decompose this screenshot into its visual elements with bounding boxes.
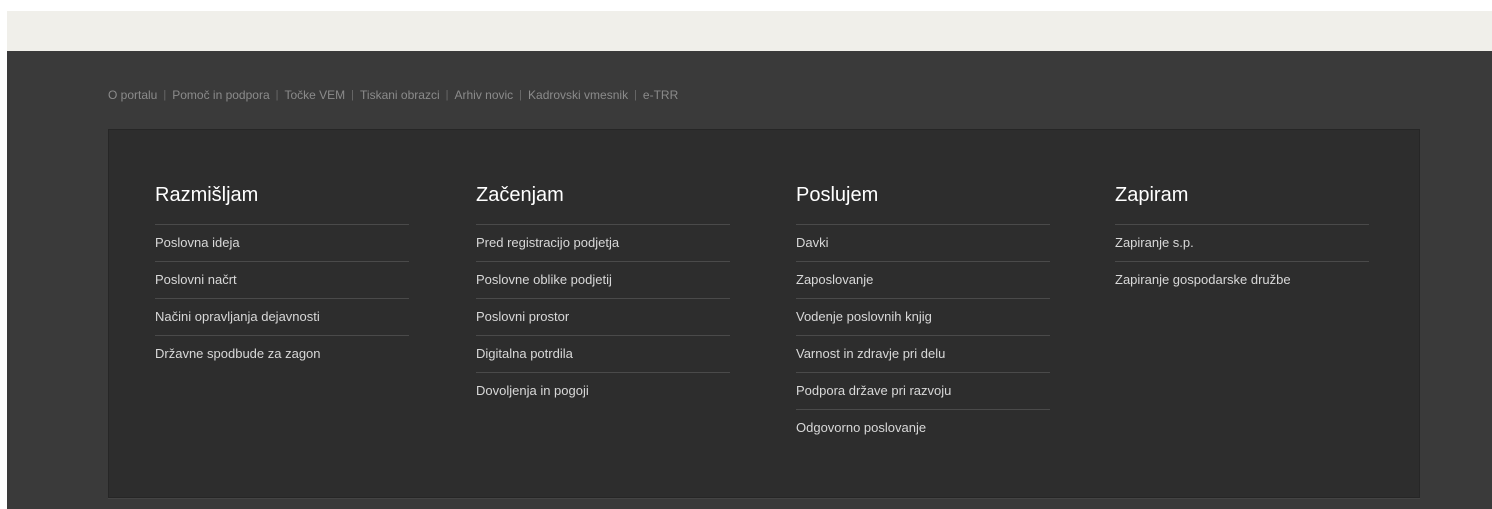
top-bar [7,11,1492,51]
list-item: Zapiranje s.p. [1115,225,1369,262]
link-tocke-vem[interactable]: Točke VEM [284,88,345,102]
site-footer: O portalu | Pomoč in podpora | Točke VEM… [7,51,1492,509]
menu-link[interactable]: Digitalna potrdila [476,346,573,361]
menu-link[interactable]: Davki [796,235,829,250]
link-pomoc-in-podpora[interactable]: Pomoč in podpora [172,88,269,102]
menu-link[interactable]: Odgovorno poslovanje [796,420,926,435]
link-arhiv-novic[interactable]: Arhiv novic [454,88,513,102]
column-title: Poslujem [796,184,1050,225]
list-item: Poslovni načrt [155,262,409,299]
list-item: Poslovna ideja [155,225,409,262]
list-item: Zapiranje gospodarske družbe [1115,262,1369,298]
column-list: Poslovna ideja Poslovni načrt Načini opr… [155,225,409,372]
list-item: Dovoljenja in pogoji [476,373,730,409]
menu-link[interactable]: Državne spodbude za zagon [155,346,321,361]
menu-link[interactable]: Zapiranje gospodarske družbe [1115,272,1291,287]
menu-link[interactable]: Poslovni prostor [476,309,569,324]
menu-link[interactable]: Vodenje poslovnih knjig [796,309,932,324]
link-e-trr[interactable]: e-TRR [643,88,678,102]
column-title: Začenjam [476,184,730,225]
link-tiskani-obrazci[interactable]: Tiskani obrazci [360,88,440,102]
menu-link[interactable]: Podpora države pri razvoju [796,383,951,398]
list-item: Davki [796,225,1050,262]
link-separator: | [634,89,637,101]
menu-link[interactable]: Pred registracijo podjetja [476,235,619,250]
link-separator: | [351,89,355,101]
column-zapiram: Zapiram Zapiranje s.p. Zapiranje gospoda… [1115,184,1369,298]
list-item: Poslovni prostor [476,299,730,336]
link-separator: | [163,89,167,101]
menu-link[interactable]: Dovoljenja in pogoji [476,383,589,398]
list-item: Digitalna potrdila [476,336,730,373]
column-list: Zapiranje s.p. Zapiranje gospodarske dru… [1115,225,1369,298]
list-item: Državne spodbude za zagon [155,336,409,372]
menu-link[interactable]: Poslovne oblike podjetij [476,272,612,287]
list-item: Zaposlovanje [796,262,1050,299]
link-separator: | [445,89,449,101]
menu-link[interactable]: Načini opravljanja dejavnosti [155,309,320,324]
menu-link[interactable]: Poslovna ideja [155,235,240,250]
column-poslujem: Poslujem Davki Zaposlovanje Vodenje posl… [796,184,1050,446]
list-item: Pred registracijo podjetja [476,225,730,262]
sitemap-panel: Razmišljam Poslovna ideja Poslovni načrt… [108,129,1420,498]
menu-link[interactable]: Poslovni načrt [155,272,237,287]
list-item: Vodenje poslovnih knjig [796,299,1050,336]
link-o-portalu[interactable]: O portalu [108,88,157,102]
list-item: Poslovne oblike podjetij [476,262,730,299]
link-separator: | [519,89,523,101]
list-item: Odgovorno poslovanje [796,410,1050,446]
column-zacenjam: Začenjam Pred registracijo podjetja Posl… [476,184,730,409]
link-kadrovski-vmesnik[interactable]: Kadrovski vmesnik [528,88,628,102]
column-title: Razmišljam [155,184,409,225]
menu-link[interactable]: Varnost in zdravje pri delu [796,346,945,361]
column-razmisljam: Razmišljam Poslovna ideja Poslovni načrt… [155,184,409,372]
link-separator: | [275,89,279,101]
menu-link[interactable]: Zaposlovanje [796,272,873,287]
list-item: Varnost in zdravje pri delu [796,336,1050,373]
list-item: Podpora države pri razvoju [796,373,1050,410]
list-item: Načini opravljanja dejavnosti [155,299,409,336]
column-title: Zapiram [1115,184,1369,225]
menu-link[interactable]: Zapiranje s.p. [1115,235,1194,250]
footer-top-links: O portalu | Pomoč in podpora | Točke VEM… [108,88,678,102]
column-list: Pred registracijo podjetja Poslovne obli… [476,225,730,409]
column-list: Davki Zaposlovanje Vodenje poslovnih knj… [796,225,1050,446]
